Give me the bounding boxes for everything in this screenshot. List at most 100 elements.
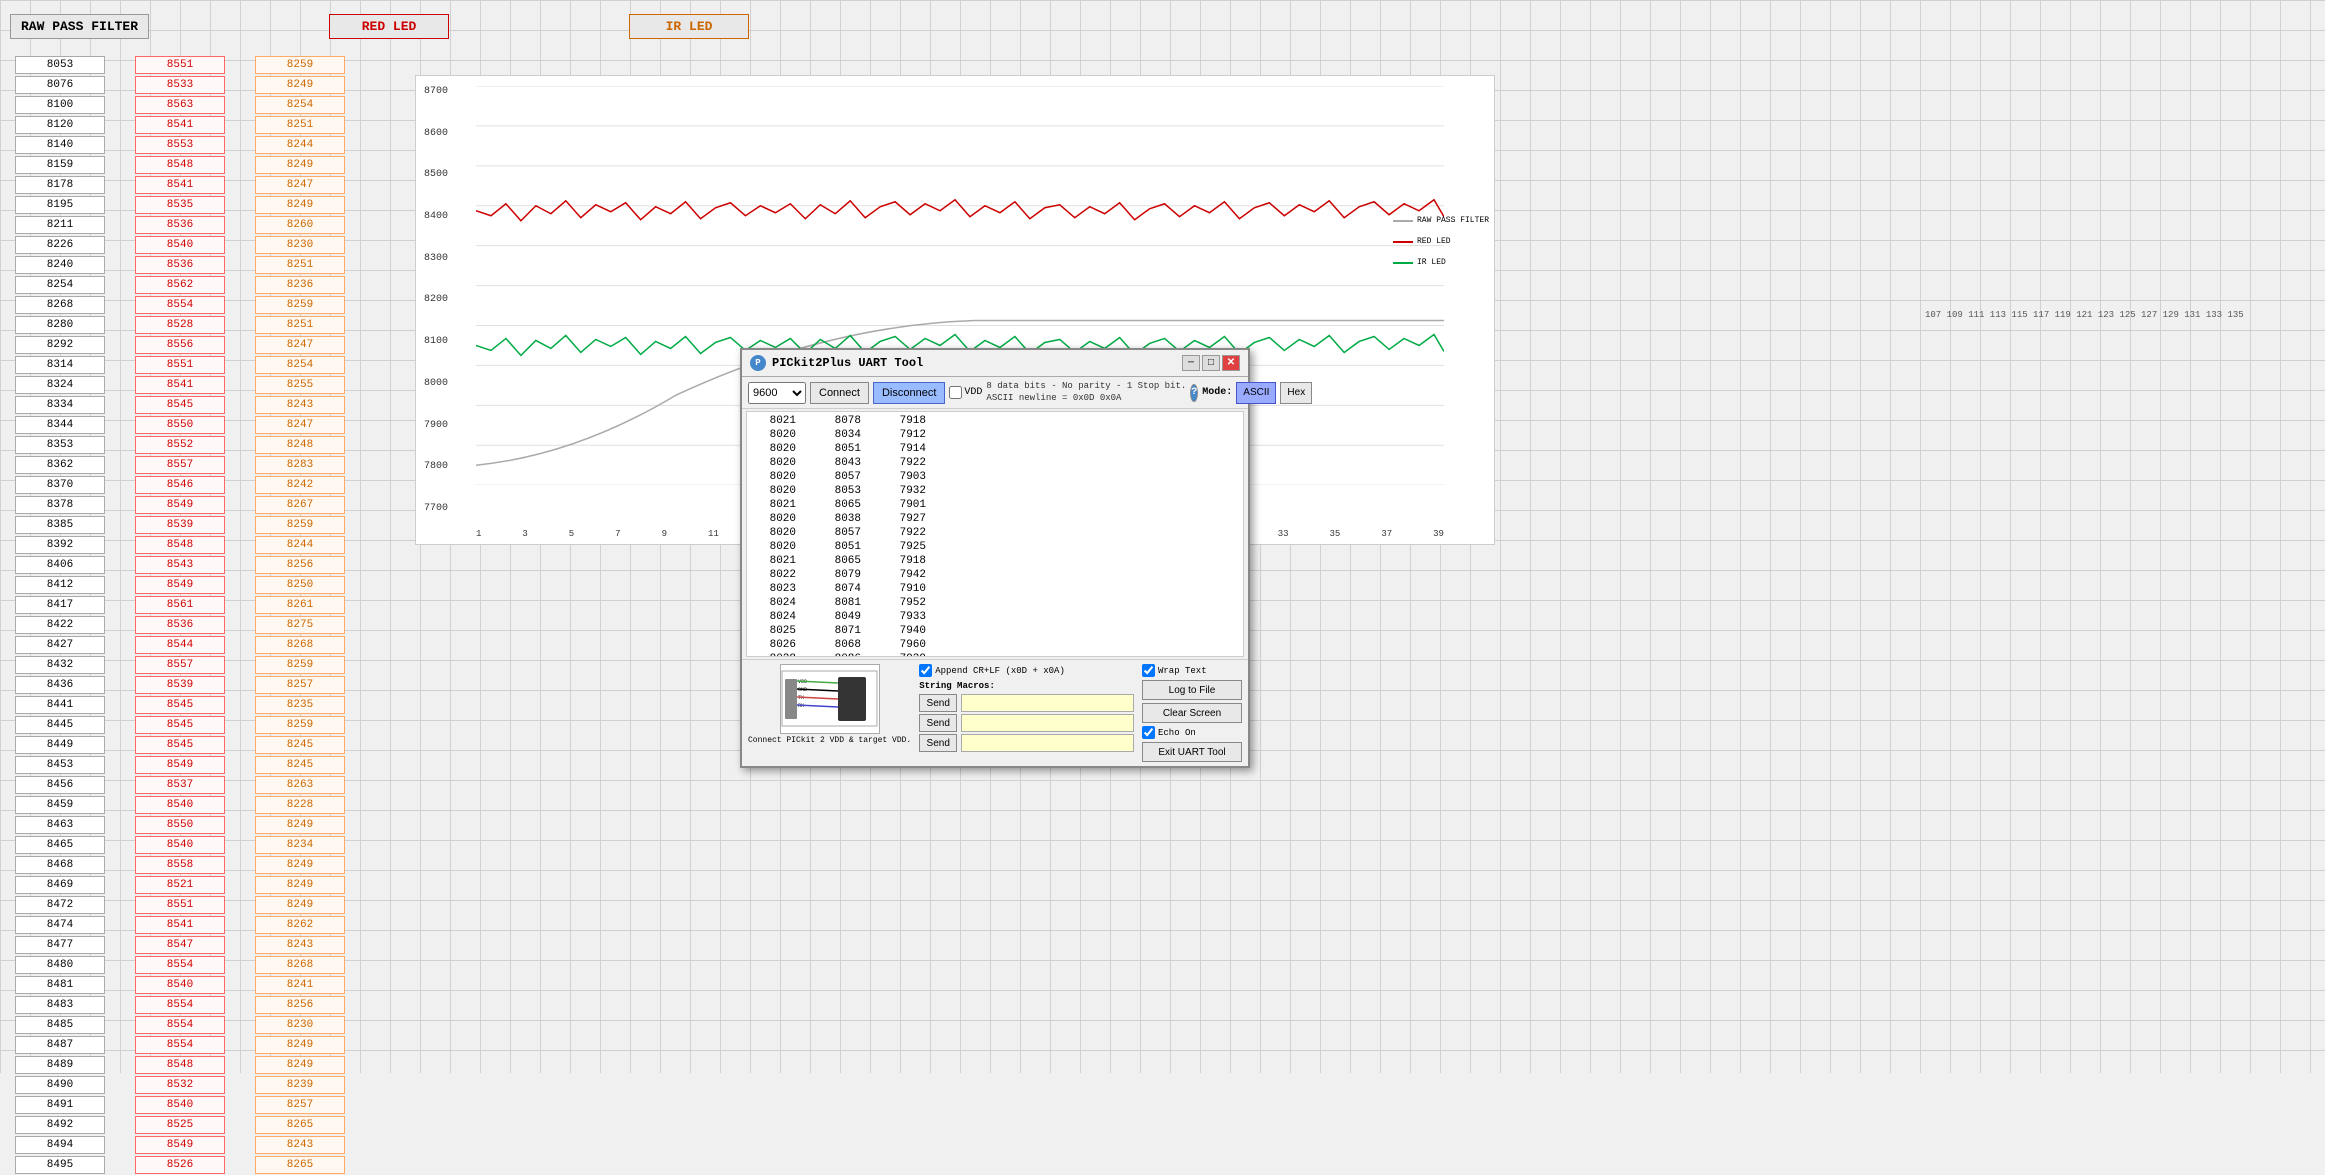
y-axis: 8700860085008400830082008100800079007800… <box>424 86 448 514</box>
macro-send-1[interactable]: Send <box>919 694 957 712</box>
table-row: 8554 <box>135 996 225 1014</box>
uart-val-1: 8021 <box>751 414 796 428</box>
table-row: 8265 <box>255 1116 345 1134</box>
table-row: 8436 <box>15 676 105 694</box>
table-row: 8249 <box>255 856 345 874</box>
hex-button[interactable]: Hex <box>1280 382 1312 404</box>
table-row: 8251 <box>255 316 345 334</box>
table-row: 8545 <box>135 396 225 414</box>
table-row: 8557 <box>135 456 225 474</box>
table-row: 8540 <box>135 236 225 254</box>
table-row: 8076 <box>15 76 105 94</box>
table-row: 8472 <box>15 896 105 914</box>
macro-input-2[interactable] <box>961 714 1134 732</box>
macro-send-3[interactable]: Send <box>919 734 957 752</box>
ir-led-label: IR LED <box>629 14 749 39</box>
uart-val-3: 7952 <box>881 596 926 610</box>
wrap-text-option: Wrap Text <box>1142 664 1242 677</box>
table-row: 8549 <box>135 1136 225 1154</box>
table-row: 8412 <box>15 576 105 594</box>
table-row: 8554 <box>135 956 225 974</box>
list-item: 802080517914 <box>751 442 1239 456</box>
uart-val-1: 8024 <box>751 610 796 624</box>
uart-val-1: 8021 <box>751 498 796 512</box>
table-row: 8254 <box>255 356 345 374</box>
macro-options: Append CR+LF (x0D + x0A) <box>919 664 1134 677</box>
clear-screen-button[interactable]: Clear Screen <box>1142 703 1242 723</box>
data-columns: 8053807681008120814081598178819582118226… <box>0 55 360 1175</box>
table-row: 8362 <box>15 456 105 474</box>
circuit-svg: VDD GND TX RX <box>780 669 880 729</box>
legend-ir-line <box>1393 262 1413 264</box>
y-axis-label: 8000 <box>424 378 448 389</box>
echo-on-checkbox[interactable] <box>1142 726 1155 739</box>
dialog-title-left: P PICkit2Plus UART Tool <box>750 355 923 371</box>
table-row: 8539 <box>135 516 225 534</box>
table-row: 8262 <box>255 916 345 934</box>
table-row: 8249 <box>255 156 345 174</box>
macro-send-2[interactable]: Send <box>919 714 957 732</box>
maximize-button[interactable]: □ <box>1202 355 1220 371</box>
table-row: 8537 <box>135 776 225 794</box>
table-row: 8249 <box>255 76 345 94</box>
table-row: 8563 <box>135 96 225 114</box>
connect-button[interactable]: Connect <box>810 382 869 404</box>
table-row: 8235 <box>255 696 345 714</box>
disconnect-button[interactable]: Disconnect <box>873 382 945 404</box>
table-row: 8100 <box>15 96 105 114</box>
uart-val-2: 8065 <box>816 498 861 512</box>
log-to-file-button[interactable]: Log to File <box>1142 680 1242 700</box>
ascii-button[interactable]: ASCII <box>1236 382 1276 404</box>
table-row: 8254 <box>15 276 105 294</box>
list-item: 802080437922 <box>751 456 1239 470</box>
uart-data-display[interactable]: 8021807879188020803479128020805179148020… <box>746 411 1244 657</box>
list-item: 8024 8049 7933 <box>751 610 1239 624</box>
red-led-label: RED LED <box>329 14 449 39</box>
table-row: 8406 <box>15 556 105 574</box>
table-row: 8550 <box>135 816 225 834</box>
circuit-connect-text: Connect PICkit 2 VDD & target VDD. <box>748 736 911 745</box>
x-axis-label: 39 <box>1433 529 1444 539</box>
exit-uart-button[interactable]: Exit UART Tool <box>1142 742 1242 762</box>
uart-val-1: 8020 <box>751 540 796 554</box>
wrap-text-checkbox[interactable] <box>1142 664 1155 677</box>
dialog-controls[interactable]: ─ □ ✕ <box>1182 355 1240 371</box>
table-row: 8254 <box>255 96 345 114</box>
list-item: 802080577922 <box>751 526 1239 540</box>
baud-rate-select[interactable]: 9600 115200 <box>748 382 806 404</box>
append-checkbox[interactable] <box>919 664 932 677</box>
table-row: 8554 <box>135 1016 225 1034</box>
table-row: 8535 <box>135 196 225 214</box>
x-axis-label: 33 <box>1278 529 1289 539</box>
table-row: 8453 <box>15 756 105 774</box>
table-row: 8251 <box>255 256 345 274</box>
table-row: 8053 <box>15 56 105 74</box>
table-row: 8445 <box>15 716 105 734</box>
macro-input-3[interactable] <box>961 734 1134 752</box>
table-row: 8249 <box>255 896 345 914</box>
table-row: 8249 <box>255 816 345 834</box>
uart-info: 8 data bits - No parity - 1 Stop bit. AS… <box>986 381 1186 404</box>
vdd-checkbox[interactable] <box>949 386 962 399</box>
uart-val-2: 8057 <box>816 470 861 484</box>
uart-val-3: 7933 <box>881 610 926 624</box>
uart-val-2: 8049 <box>816 610 861 624</box>
minimize-button[interactable]: ─ <box>1182 355 1200 371</box>
macro-input-1[interactable] <box>961 694 1134 712</box>
table-row: 8533 <box>135 76 225 94</box>
vdd-label: VDD <box>964 387 982 398</box>
table-row: 8244 <box>255 136 345 154</box>
table-row: 8236 <box>255 276 345 294</box>
uart-val-3: 7910 <box>881 582 926 596</box>
close-button[interactable]: ✕ <box>1222 355 1240 371</box>
help-button[interactable]: ? <box>1190 384 1198 402</box>
uart-val-3: 7914 <box>881 442 926 456</box>
table-row: 8536 <box>135 216 225 234</box>
uart-val-3: 7922 <box>881 526 926 540</box>
uart-val-2: 8086 <box>816 652 861 657</box>
table-row: 8268 <box>255 636 345 654</box>
vdd-check[interactable]: VDD <box>949 386 982 399</box>
table-row: 8256 <box>255 996 345 1014</box>
table-row: 8540 <box>135 796 225 814</box>
table-row: 8449 <box>15 736 105 754</box>
